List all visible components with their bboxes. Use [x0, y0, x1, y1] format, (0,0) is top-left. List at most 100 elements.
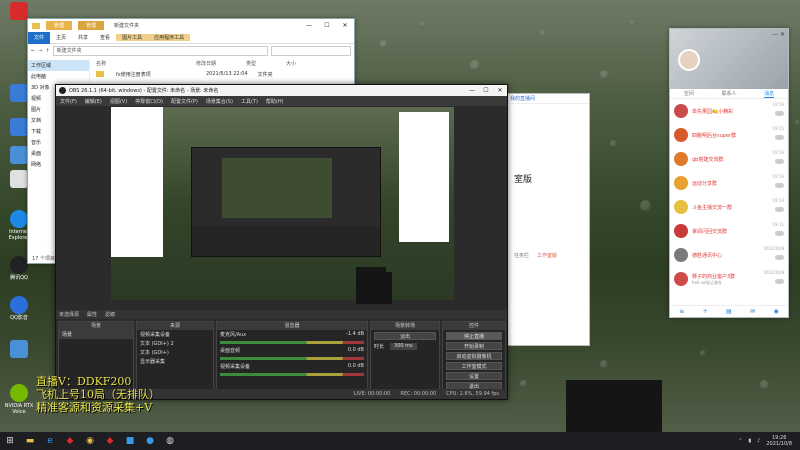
tray-up-icon[interactable]: ⌃ — [738, 438, 742, 444]
app4-task-icon[interactable]: ● — [140, 432, 160, 450]
volume-icon[interactable]: ♪ — [757, 438, 760, 444]
file-row[interactable]: fx使用注册表项 2021/6/13 22:04 文件夹 — [90, 69, 354, 80]
list-item[interactable]: 狮子的商业客户3群 hell no啦认准啦 2021/10/8 — [670, 267, 788, 291]
explorer-search-input[interactable] — [271, 46, 351, 56]
up-icon[interactable]: ↑ — [45, 48, 49, 54]
tab-space[interactable]: 空间 — [684, 89, 694, 98]
app3-task-icon[interactable]: ■ — [120, 432, 140, 450]
obs-preview-canvas[interactable] — [111, 107, 454, 300]
nested-preview — [191, 147, 381, 257]
obs-close-icon[interactable]: ✕ — [493, 87, 507, 94]
manage-tab-1[interactable]: 管理 — [46, 21, 73, 30]
col-size[interactable]: 大小 — [286, 60, 296, 67]
list-item[interactable]: 四胞明后台super群 19:15 — [670, 123, 788, 147]
mail-icon[interactable]: ✉ — [750, 308, 755, 315]
duration-input[interactable]: 300 ms — [390, 343, 417, 350]
ribbon-view[interactable]: 查看 — [94, 34, 116, 41]
list-item[interactable]: 斗鱼主播交流一群 19:14 — [670, 195, 788, 219]
desktop-meter[interactable] — [220, 357, 364, 360]
taskbar-link[interactable]: 任务栏 — [514, 252, 529, 259]
transition-select[interactable]: 淡出 — [374, 332, 436, 340]
file-icon[interactable]: ▤ — [726, 308, 732, 315]
col-name[interactable]: 名称 — [96, 60, 106, 67]
chat-time: 19:11 — [772, 222, 784, 227]
list-item[interactable]: 掌阅闪回交流群 19:11 — [670, 219, 788, 243]
menu-view[interactable]: 视图(V) — [106, 98, 131, 105]
col-type[interactable]: 类型 — [246, 60, 256, 67]
start-icon[interactable]: ⊞ — [0, 432, 20, 450]
source-item-1[interactable]: 视频采集设备 — [137, 330, 213, 339]
system-tray: ⌃ ▮ ♪ 19:26 2021/10/8 — [738, 435, 800, 447]
tab-contacts[interactable]: 联系人 — [721, 89, 736, 98]
edge-task-icon[interactable]: e — [40, 432, 60, 450]
forward-icon[interactable]: → — [38, 48, 42, 54]
maximize-icon[interactable]: ☐ — [318, 22, 336, 29]
app-task-icon[interactable]: ◆ — [60, 432, 80, 450]
address-input[interactable]: 新建文件夹 — [52, 46, 268, 56]
qqplayer-icon[interactable]: QQ影音 — [4, 296, 34, 321]
qq-window-controls[interactable]: — ✕ — [772, 31, 785, 38]
chat-avatar — [674, 248, 688, 262]
minimize-icon[interactable]: — — [300, 22, 318, 29]
obs-maximize-icon[interactable]: ☐ — [479, 87, 493, 94]
menu-edit[interactable]: 编辑(E) — [81, 98, 106, 105]
ribbon-home[interactable]: 主页 — [50, 34, 72, 41]
settings-button[interactable]: 设置 — [446, 372, 502, 380]
my-live-room-link[interactable]: 我的直播间 — [510, 95, 535, 102]
sidebar-item-thispc[interactable]: 此电脑 — [28, 71, 89, 82]
qq-window: — ✕ 空间 联系人 消息 单先果园🍋小精彩 19:16 四胞明后台super群 1… — [669, 28, 789, 318]
studio-link[interactable]: 工作室版 — [537, 252, 557, 259]
tab-messages[interactable]: 消息 — [764, 89, 775, 98]
list-item[interactable]: qb搭建交流群 19:16 — [670, 147, 788, 171]
ribbon-app-tools[interactable]: 应用程序工具 — [148, 34, 191, 41]
properties-button[interactable]: 属性 — [87, 311, 97, 318]
app2-task-icon[interactable]: ◆ — [100, 432, 120, 450]
clock-date: 2021/10/8 — [766, 441, 792, 447]
menu-dock[interactable]: 停靠窗口(D) — [131, 98, 167, 105]
scene-item[interactable]: 场景 — [59, 330, 133, 339]
network-icon[interactable]: ▮ — [748, 438, 751, 444]
avatar[interactable] — [678, 49, 700, 71]
close-icon[interactable]: ✕ — [336, 22, 354, 29]
menu-icon[interactable]: ≡ — [679, 308, 684, 315]
start-record-button[interactable]: 开始录制 — [446, 342, 502, 350]
source-item-2[interactable]: 文本 (GDI+) 2 — [137, 339, 213, 348]
capture-meter[interactable] — [220, 373, 364, 376]
chat-avatar — [674, 272, 688, 286]
virtual-camera-button[interactable]: 启动虚拟摄像机 — [446, 352, 502, 360]
chat-name: 掌阅闪回交流群 — [692, 228, 728, 235]
col-date[interactable]: 修改日期 — [196, 60, 216, 67]
menu-scene-collection[interactable]: 场景集合(S) — [202, 98, 237, 105]
list-item[interactable]: 德胜通讯中心 2021/10/8 — [670, 243, 788, 267]
explorer-task-icon[interactable]: ▬ — [20, 432, 40, 450]
menu-help[interactable]: 帮助(H) — [262, 98, 288, 105]
back-icon[interactable]: ← — [31, 48, 35, 54]
menu-file[interactable]: 文件(F) — [56, 98, 81, 105]
menu-profile[interactable]: 配置文件(P) — [167, 98, 202, 105]
chrome-task-icon[interactable]: ◉ — [80, 432, 100, 450]
list-item[interactable]: 运动分享群 19:16 — [670, 171, 788, 195]
filters-button[interactable]: 滤镜 — [105, 311, 115, 318]
obs-task-icon[interactable]: ◍ — [160, 432, 180, 450]
desktop-icon-8[interactable] — [4, 340, 34, 359]
sidebar-item-workarea[interactable]: 工作区域 — [28, 60, 89, 71]
clock[interactable]: 19:26 2021/10/8 — [766, 435, 792, 447]
ribbon-file[interactable]: 文件 — [28, 31, 51, 44]
source-item-3[interactable]: 文本 (GDI+) — [137, 348, 213, 357]
stop-stream-button[interactable]: 停止直播 — [446, 332, 502, 340]
obs-minimize-icon[interactable]: — — [465, 87, 479, 94]
ribbon-share[interactable]: 共享 — [72, 34, 94, 41]
manage-tab-2[interactable]: 管理 — [78, 21, 105, 30]
source-item-4[interactable]: 显示器采集 — [137, 357, 213, 366]
track-desktop-name: 桌面音频 — [220, 348, 241, 354]
qq-header: — ✕ — [670, 29, 788, 89]
apps-icon[interactable]: ◉ — [774, 308, 779, 315]
chat-msg: hell no啦认准啦 — [692, 279, 722, 285]
add-icon[interactable]: + — [703, 308, 708, 315]
menu-tools[interactable]: 工具(T) — [237, 98, 262, 105]
mic-meter[interactable] — [220, 341, 364, 344]
ribbon-picture-tools[interactable]: 图片工具 — [116, 34, 149, 41]
nvidia-icon[interactable]: NVIDIA RTX Voice — [4, 384, 34, 415]
studio-mode-button[interactable]: 工作室模式 — [446, 362, 502, 370]
list-item[interactable]: 单先果园🍋小精彩 19:16 — [670, 99, 788, 123]
